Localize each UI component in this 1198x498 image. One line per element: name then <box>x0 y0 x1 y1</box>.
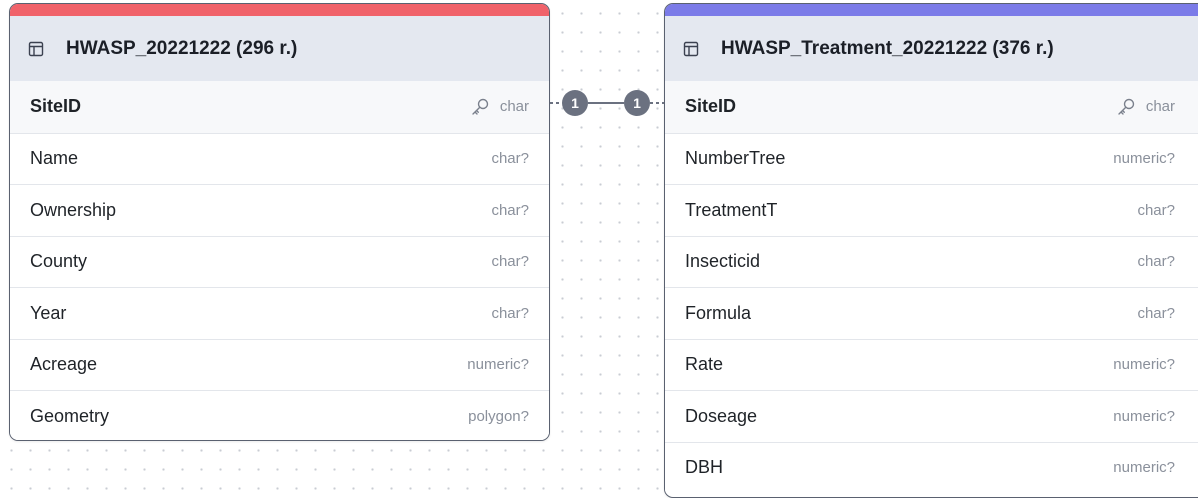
cardinality-label-left: 1 <box>571 95 579 111</box>
cardinality-label-right: 1 <box>633 95 641 111</box>
cardinality-badge-left: 1 <box>562 90 588 116</box>
relationship-connector[interactable]: 1 1 <box>0 0 1198 491</box>
cardinality-badge-right: 1 <box>624 90 650 116</box>
